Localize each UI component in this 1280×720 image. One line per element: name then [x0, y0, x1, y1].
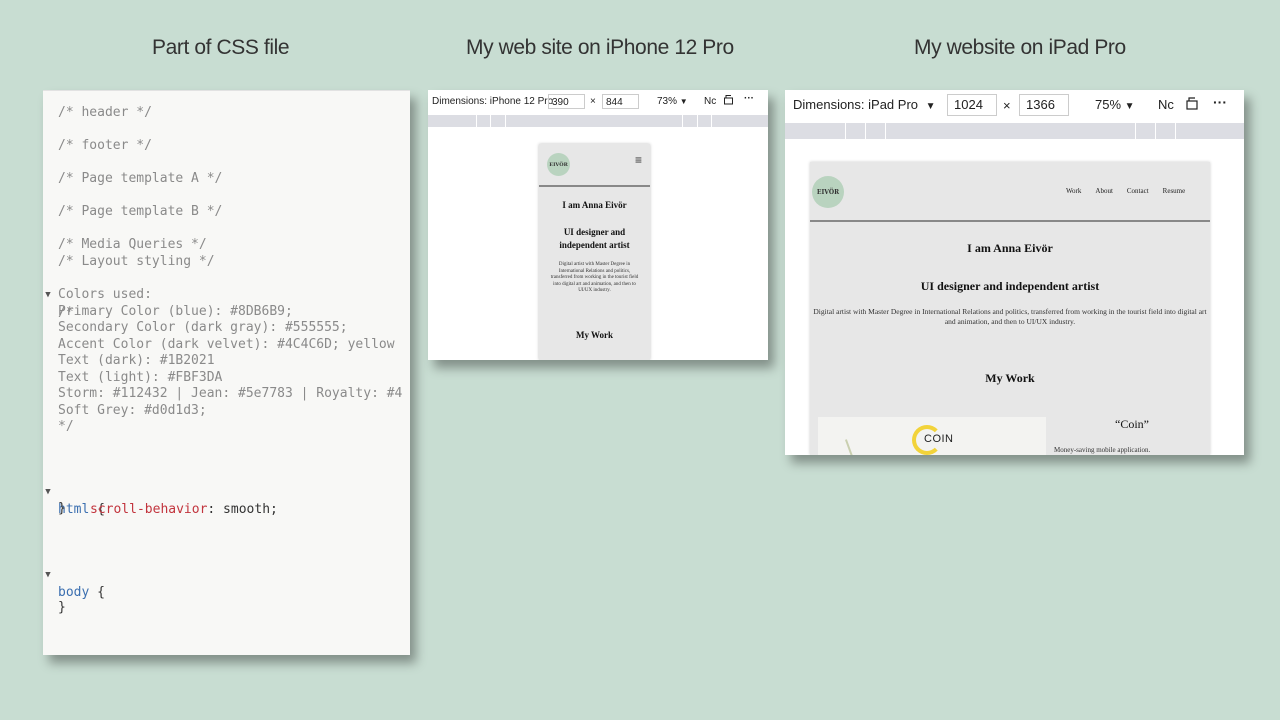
times-symbol: ×: [1003, 98, 1011, 113]
nav-contact[interactable]: Contact: [1127, 187, 1149, 195]
media-queries-comment: /* Media Queries */: [58, 237, 207, 252]
text-dark-line: Text (dark): #1B2021: [58, 353, 215, 368]
zoom-dropdown[interactable]: 75% ▼: [1095, 97, 1135, 112]
site-logo[interactable]: EIVÖR: [547, 153, 570, 176]
dimensions-dropdown[interactable]: Dimensions: iPad Pro ▼: [793, 97, 936, 112]
nav-about[interactable]: About: [1095, 187, 1113, 195]
height-input[interactable]: 1366: [1019, 94, 1069, 116]
more-options-icon[interactable]: ···: [1213, 94, 1227, 110]
height-input[interactable]: 844: [602, 94, 639, 109]
code-line: */: [43, 418, 410, 435]
css-caption: Part of CSS file: [152, 36, 290, 59]
brace-open: {: [89, 585, 105, 600]
code-line: /* Page template A */: [43, 170, 410, 187]
code-line: /* footer */: [43, 137, 410, 154]
throttle-dropdown[interactable]: Nc: [1158, 97, 1174, 112]
storm-line: Storm: #112432 | Jean: #5e7783 | Royalty…: [58, 386, 403, 401]
iphone-caption: My web site on iPhone 12 Pro: [466, 36, 734, 59]
iphone-viewport: EIVÖR ≡ I am Anna Eivör UI designer and …: [539, 144, 650, 360]
code-line: /* header */: [43, 104, 410, 121]
template-a-comment: /* Page template A */: [58, 171, 223, 186]
dropdown-arrow-icon: ▼: [925, 101, 936, 112]
code-line: /* Media Queries */: [43, 236, 410, 253]
iphone-preview-panel: Dimensions: iPhone 12 Pro 390 × 844 73% …: [428, 90, 768, 360]
width-input[interactable]: 390: [548, 94, 585, 109]
zoom-dropdown[interactable]: 73% ▼: [657, 96, 688, 107]
intro-subheading: UI designer and independent artist: [559, 227, 630, 250]
dropdown-arrow-icon: ▼: [679, 97, 688, 106]
plant-decoration: [844, 439, 854, 455]
code-line: /* Layout styling */: [43, 253, 410, 270]
ipad-preview-panel: Dimensions: iPad Pro ▼ 1024 × 1366 75% ▼…: [785, 90, 1244, 455]
more-options-icon[interactable]: ···: [744, 93, 754, 104]
zoom-value: 73%: [657, 96, 678, 107]
css-code-panel: /* header */ /* footer */ /* Page templa…: [43, 90, 410, 655]
times-symbol: ×: [590, 96, 596, 107]
code-line: }: [43, 599, 410, 616]
my-work-heading: My Work: [985, 371, 1035, 385]
primary-color-line: Primary Color (blue): #8DB6B9;: [58, 304, 293, 319]
site-logo[interactable]: EIVÖR: [812, 176, 844, 208]
comment-close: */: [58, 419, 74, 434]
template-b-comment: /* Page template B */: [58, 204, 223, 219]
text-light-line: Text (light): #FBF3DA: [58, 370, 223, 385]
body-selector: body: [58, 585, 90, 600]
code-line: ▼ /*: [43, 270, 410, 320]
code-line: Secondary Color (dark gray): #555555;: [43, 319, 410, 336]
code-line: /* Page template B */: [43, 203, 410, 220]
project-thumbnail[interactable]: COIN: [818, 417, 1046, 455]
code-line: Text (dark): #1B2021: [43, 352, 410, 369]
site-nav: Work About Contact Resume: [1066, 187, 1185, 195]
coin-logo-text: COIN: [924, 433, 954, 445]
my-work-heading: My Work: [575, 330, 614, 340]
intro-description: Digital artist with Master Degree in Int…: [550, 262, 639, 293]
colors-used: Colors used:: [58, 287, 152, 302]
code-line: scroll-behavior: smooth;: [43, 484, 410, 517]
header-divider: [539, 185, 650, 187]
project-description: Money-saving mobile application.: [1054, 446, 1151, 454]
nav-work[interactable]: Work: [1066, 187, 1081, 195]
dimensions-label: Dimensions: iPad Pro: [793, 97, 918, 112]
fold-arrow-icon[interactable]: ▼: [43, 567, 53, 584]
brace-close: }: [58, 600, 66, 615]
code-line: Primary Color (blue): #8DB6B9;: [43, 303, 410, 320]
device-toolbar: Dimensions: iPhone 12 Pro 390 × 844 73% …: [428, 90, 768, 114]
device-toolbar: Dimensions: iPad Pro ▼ 1024 × 1366 75% ▼…: [785, 90, 1244, 120]
code-line: Text (light): #FBF3DA: [43, 369, 410, 386]
rotate-icon[interactable]: [1185, 96, 1199, 113]
code-line: ▼ body {: [43, 550, 410, 600]
width-input[interactable]: 1024: [947, 94, 997, 116]
code-line: ▼ html {: [43, 467, 410, 517]
code-line: }: [43, 500, 410, 517]
brace-close: }: [58, 501, 66, 516]
intro-subheading: UI designer and independent artist: [920, 279, 1100, 293]
intro-heading: I am Anna Eivör: [562, 200, 627, 210]
rotate-icon[interactable]: [723, 94, 734, 108]
code-line: Soft Grey: #d0d1d3;: [43, 402, 410, 419]
soft-grey-line: Soft Grey: #d0d1d3;: [58, 403, 207, 418]
secondary-color-line: Secondary Color (dark gray): #555555;: [58, 320, 348, 335]
ipad-caption: My website on iPad Pro: [914, 36, 1126, 59]
code-line: Accent Color (dark velvet): #4C4C6D; yel…: [43, 336, 410, 353]
zoom-value: 75%: [1095, 97, 1122, 112]
header-comment: /* header */: [58, 105, 152, 120]
throttle-dropdown[interactable]: Nc: [704, 96, 716, 107]
code-line: Colors used:: [43, 286, 410, 303]
dropdown-arrow-icon: ▼: [1124, 101, 1135, 112]
nav-resume[interactable]: Resume: [1163, 187, 1186, 195]
code-line: Storm: #112432 | Jean: #5e7783 | Royalty…: [43, 385, 410, 402]
media-query-ruler: [785, 123, 1244, 139]
intro-heading: I am Anna Eivör: [967, 241, 1053, 255]
header-divider: [810, 220, 1210, 222]
layout-styling-comment: /* Layout styling */: [58, 254, 215, 269]
project-title[interactable]: “Coin”: [1092, 417, 1172, 432]
hamburger-menu-icon[interactable]: ≡: [635, 153, 642, 167]
footer-comment: /* footer */: [58, 138, 152, 153]
accent-color-line: Accent Color (dark velvet): #4C4C6D; yel…: [58, 337, 395, 352]
ipad-viewport: EIVÖR Work About Contact Resume I am Anna E…: [810, 162, 1210, 455]
media-query-ruler: [428, 115, 768, 127]
intro-description: Digital artist with Master Degree in Int…: [813, 307, 1207, 326]
dimensions-dropdown[interactable]: Dimensions: iPhone 12 Pro: [432, 96, 553, 107]
